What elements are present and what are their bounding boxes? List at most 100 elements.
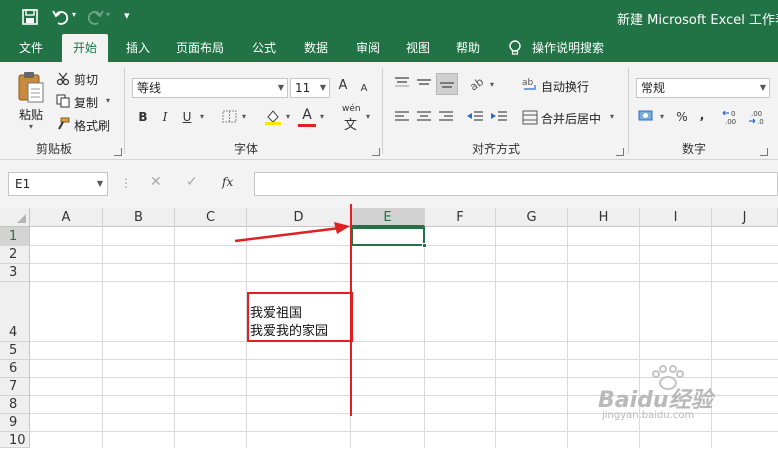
undo-icon[interactable] — [52, 8, 70, 26]
row-header-1[interactable]: 1 — [0, 227, 30, 246]
column-header-f[interactable]: F — [425, 208, 496, 227]
cut-button[interactable]: 剪切 — [74, 71, 98, 88]
tab-formulas[interactable]: 公式 — [244, 34, 284, 62]
row-header-6[interactable]: 6 — [0, 360, 30, 378]
name-box[interactable]: E1 ▼ — [8, 172, 108, 196]
column-header-b[interactable]: B — [103, 208, 175, 227]
font-name-combo[interactable]: 等线 ▼ — [132, 78, 288, 98]
tell-me-search[interactable]: 操作说明搜索 — [532, 34, 612, 62]
fill-handle[interactable] — [422, 243, 427, 248]
tab-page-layout[interactable]: 页面布局 — [168, 34, 232, 62]
accounting-dropdown-icon[interactable]: ▾ — [660, 112, 664, 121]
fill-color-dropdown-icon[interactable]: ▾ — [286, 112, 290, 121]
paste-button[interactable]: 粘贴 — [19, 106, 43, 123]
fill-color-icon[interactable] — [264, 108, 282, 126]
shrink-font-icon[interactable]: A — [358, 80, 370, 98]
ribbon-home: 粘贴 ▾ 剪切 复制 ▾ 格式刷 剪贴板 等线 ▼ 11 ▼ A A B I U… — [0, 62, 778, 160]
insert-function-icon[interactable]: fx — [222, 175, 233, 189]
active-cell-e1[interactable] — [351, 227, 425, 246]
clipboard-group-label: 剪贴板 — [36, 142, 73, 156]
cancel-entry-icon[interactable]: ✕ — [150, 174, 162, 190]
tab-file[interactable]: 文件 — [10, 34, 52, 62]
font-color-dropdown-icon[interactable]: ▾ — [320, 112, 324, 121]
gridline — [30, 263, 778, 264]
font-size-combo[interactable]: 11 ▼ — [290, 78, 330, 98]
merge-dropdown-icon[interactable]: ▾ — [610, 112, 614, 121]
align-bottom-button[interactable] — [436, 73, 458, 95]
increase-decimal-icon[interactable]: 0 .00 — [722, 108, 744, 126]
column-header-j[interactable]: J — [712, 208, 778, 227]
row-header-2[interactable]: 2 — [0, 246, 30, 264]
column-header-g[interactable]: G — [496, 208, 568, 227]
accounting-format-icon[interactable] — [638, 108, 656, 124]
row-header-4[interactable]: 4 — [0, 282, 30, 342]
merge-center-icon[interactable] — [522, 110, 538, 126]
align-center-icon[interactable] — [416, 110, 432, 124]
redo-icon[interactable] — [86, 8, 104, 26]
confirm-entry-icon[interactable]: ✓ — [186, 174, 198, 190]
row-header-8[interactable]: 8 — [0, 396, 30, 414]
phonetic-guide-icon[interactable]: wén 文 — [340, 104, 364, 133]
row-header-9[interactable]: 9 — [0, 414, 30, 432]
redo-dropdown-icon[interactable]: ▾ — [106, 10, 110, 19]
bold-button[interactable]: B — [136, 108, 150, 126]
tab-review[interactable]: 审阅 — [348, 34, 388, 62]
wrap-text-button[interactable]: 自动换行 — [541, 78, 589, 95]
grow-font-icon[interactable]: A — [336, 77, 350, 95]
column-header-h[interactable]: H — [568, 208, 640, 227]
number-format-combo[interactable]: 常规 ▼ — [636, 78, 770, 98]
alignment-launcher-icon[interactable] — [616, 148, 624, 156]
column-header-a[interactable]: A — [30, 208, 103, 227]
merge-center-button[interactable]: 合并后居中 — [541, 110, 601, 127]
undo-dropdown-icon[interactable]: ▾ — [72, 10, 76, 19]
qat-customize-icon[interactable]: ▾ — [124, 9, 130, 22]
formula-bar-grip-icon: ⋮ — [120, 176, 132, 190]
lightbulb-icon[interactable] — [508, 40, 522, 56]
clipboard-launcher-icon[interactable] — [114, 148, 122, 156]
orientation-icon[interactable]: ab — [468, 74, 486, 92]
orientation-dropdown-icon[interactable]: ▾ — [490, 80, 494, 89]
tab-data[interactable]: 数据 — [296, 34, 336, 62]
copy-button[interactable]: 复制 — [74, 94, 98, 111]
decrease-decimal-icon[interactable]: .00 .0 — [748, 108, 770, 126]
increase-indent-icon[interactable] — [490, 110, 508, 124]
select-all-button[interactable] — [0, 208, 30, 227]
align-right-icon[interactable] — [438, 110, 454, 124]
percent-style-button[interactable]: % — [674, 108, 690, 126]
borders-dropdown-icon[interactable]: ▾ — [242, 112, 246, 121]
tab-view[interactable]: 视图 — [398, 34, 438, 62]
decrease-indent-icon[interactable] — [466, 110, 484, 124]
paste-icon[interactable] — [16, 70, 46, 104]
phonetic-dropdown-icon[interactable]: ▾ — [366, 112, 370, 121]
column-header-i[interactable]: I — [640, 208, 712, 227]
formula-input[interactable] — [254, 172, 778, 196]
row-header-7[interactable]: 7 — [0, 378, 30, 396]
save-icon[interactable] — [22, 9, 38, 25]
font-launcher-icon[interactable] — [372, 148, 380, 156]
borders-icon[interactable] — [222, 110, 238, 124]
copy-icon[interactable] — [56, 94, 70, 108]
tab-help[interactable]: 帮助 — [448, 34, 488, 62]
wrap-text-icon[interactable]: ab — [522, 76, 538, 92]
comma-style-button[interactable]: , — [696, 106, 708, 124]
paste-dropdown-icon[interactable]: ▾ — [29, 122, 33, 131]
align-left-icon[interactable] — [394, 110, 410, 124]
underline-dropdown-icon[interactable]: ▾ — [200, 112, 204, 121]
column-header-e[interactable]: E — [351, 208, 425, 227]
row-header-10[interactable]: 10 — [0, 432, 30, 448]
svg-text:ab: ab — [522, 78, 534, 88]
scissors-icon[interactable] — [56, 72, 70, 86]
copy-dropdown-icon[interactable]: ▾ — [106, 96, 110, 105]
tab-home[interactable]: 开始 — [62, 34, 108, 62]
format-painter-button[interactable]: 格式刷 — [74, 117, 110, 134]
underline-button[interactable]: U — [180, 108, 194, 126]
tab-insert[interactable]: 插入 — [118, 34, 158, 62]
format-painter-icon[interactable] — [56, 117, 70, 131]
number-launcher-icon[interactable] — [760, 148, 768, 156]
row-header-3[interactable]: 3 — [0, 264, 30, 282]
align-top-icon[interactable] — [394, 76, 410, 90]
font-color-icon[interactable]: A — [300, 106, 314, 124]
row-header-5[interactable]: 5 — [0, 342, 30, 360]
align-middle-icon[interactable] — [416, 76, 432, 90]
italic-button[interactable]: I — [158, 108, 172, 126]
